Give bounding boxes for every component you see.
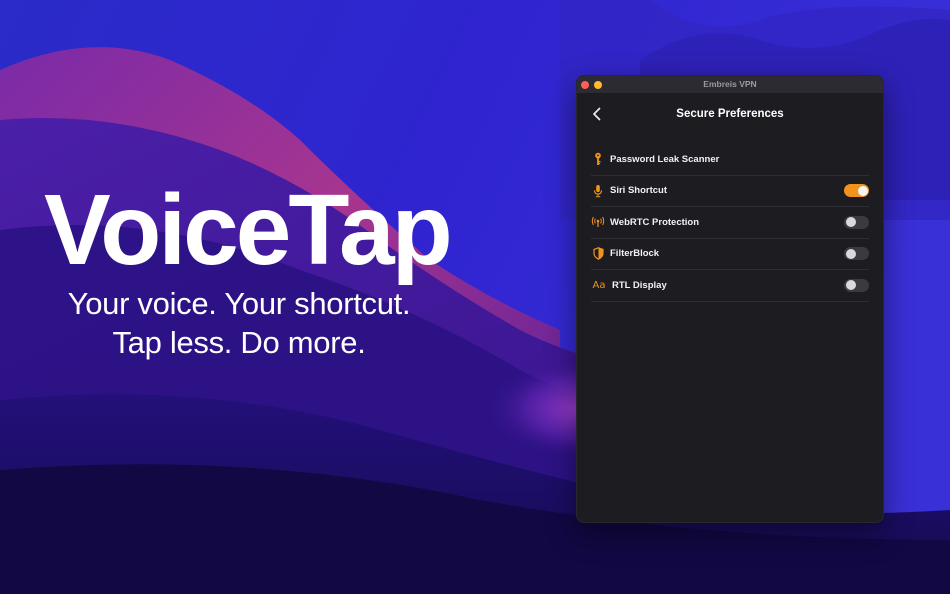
shield-icon xyxy=(591,247,605,261)
settings-row-label: WebRTC Protection xyxy=(610,216,700,228)
toggle-knob xyxy=(845,248,856,259)
settings-list: Password Leak Scanner Siri Shortcut WebR… xyxy=(577,144,883,302)
toggle-knob xyxy=(857,185,868,196)
tagline-line-1: Your voice. Your shortcut. xyxy=(67,286,411,321)
text-size-glyph: Aa xyxy=(592,279,606,291)
window-titlebar[interactable]: Embreis VPN xyxy=(577,76,883,93)
settings-row-password-leak-scanner[interactable]: Password Leak Scanner xyxy=(591,144,869,176)
key-icon xyxy=(591,152,605,166)
hero-tagline: Your voice. Your shortcut. Tap less. Do … xyxy=(0,284,478,362)
filterblock-toggle[interactable] xyxy=(844,247,869,261)
text-size-icon: Aa xyxy=(591,278,607,292)
toggle-knob xyxy=(845,217,856,228)
settings-row-siri-shortcut[interactable]: Siri Shortcut xyxy=(591,176,869,207)
settings-row-filterblock[interactable]: FilterBlock xyxy=(591,239,869,270)
app-window: Embreis VPN Secure Preferences Password … xyxy=(576,75,884,523)
hero-title: VoiceTap xyxy=(44,174,453,286)
settings-row-webrtc-protection[interactable]: WebRTC Protection xyxy=(591,207,869,239)
siri-shortcut-toggle[interactable] xyxy=(844,184,869,198)
toggle-knob xyxy=(845,280,856,291)
microphone-icon xyxy=(591,184,605,198)
tagline-line-2: Tap less. Do more. xyxy=(112,325,366,360)
settings-row-label: RTL Display xyxy=(612,279,667,291)
back-button[interactable] xyxy=(589,106,605,122)
window-title: Embreis VPN xyxy=(703,79,757,89)
settings-row-label: Password Leak Scanner xyxy=(610,153,720,165)
settings-row-label: FilterBlock xyxy=(610,248,660,260)
antenna-icon xyxy=(591,215,605,229)
webrtc-protection-toggle[interactable] xyxy=(844,215,869,229)
page-header: Secure Preferences xyxy=(577,93,883,135)
settings-row-rtl-display[interactable]: Aa RTL Display xyxy=(591,270,869,302)
page-title: Secure Preferences xyxy=(676,108,784,120)
rtl-display-toggle[interactable] xyxy=(844,278,869,292)
settings-row-label: Siri Shortcut xyxy=(610,185,668,197)
chevron-left-icon xyxy=(593,107,601,121)
